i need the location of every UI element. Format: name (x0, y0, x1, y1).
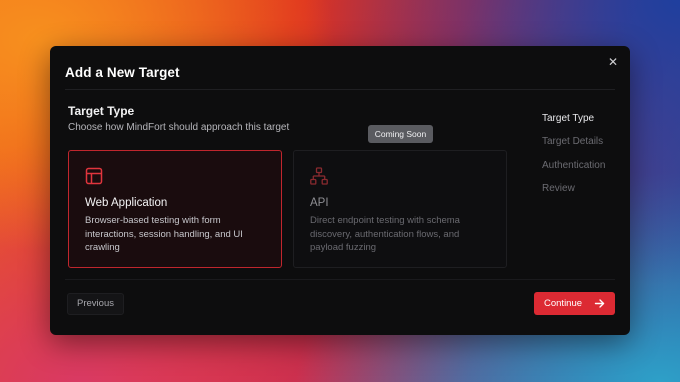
add-target-dialog: ✕ Add a New Target Target Type Choose ho… (50, 46, 630, 335)
footer-divider (65, 279, 615, 280)
close-icon[interactable]: ✕ (606, 55, 620, 69)
continue-label: Continue (544, 298, 583, 309)
stepper: Target Type Target Details Authenticatio… (542, 113, 605, 206)
web-application-title: Web Application (85, 197, 168, 209)
api-title: API (310, 197, 329, 209)
web-application-card[interactable]: Web Application Browser-based testing wi… (68, 150, 282, 268)
section-description: Choose how MindFort should approach this… (68, 122, 290, 133)
api-card[interactable]: API Direct endpoint testing with schema … (293, 150, 507, 268)
web-application-description: Browser-based testing with form interact… (85, 215, 243, 253)
step-authentication: Authentication (542, 159, 606, 171)
previous-button[interactable]: Previous (67, 293, 124, 315)
continue-button[interactable]: Continue (534, 292, 615, 315)
layout-icon (85, 167, 103, 185)
network-hierarchy-icon (310, 167, 328, 185)
section-title: Target Type (68, 104, 135, 118)
dialog-title: Add a New Target (65, 65, 180, 80)
header-divider (65, 89, 615, 90)
arrow-right-icon (594, 299, 605, 308)
step-target-type: Target Type (542, 113, 595, 124)
coming-soon-badge: Coming Soon (368, 125, 433, 143)
step-target-details: Target Details (542, 136, 604, 148)
step-review: Review (542, 182, 575, 194)
api-description: Direct endpoint testing with schema disc… (310, 215, 460, 253)
